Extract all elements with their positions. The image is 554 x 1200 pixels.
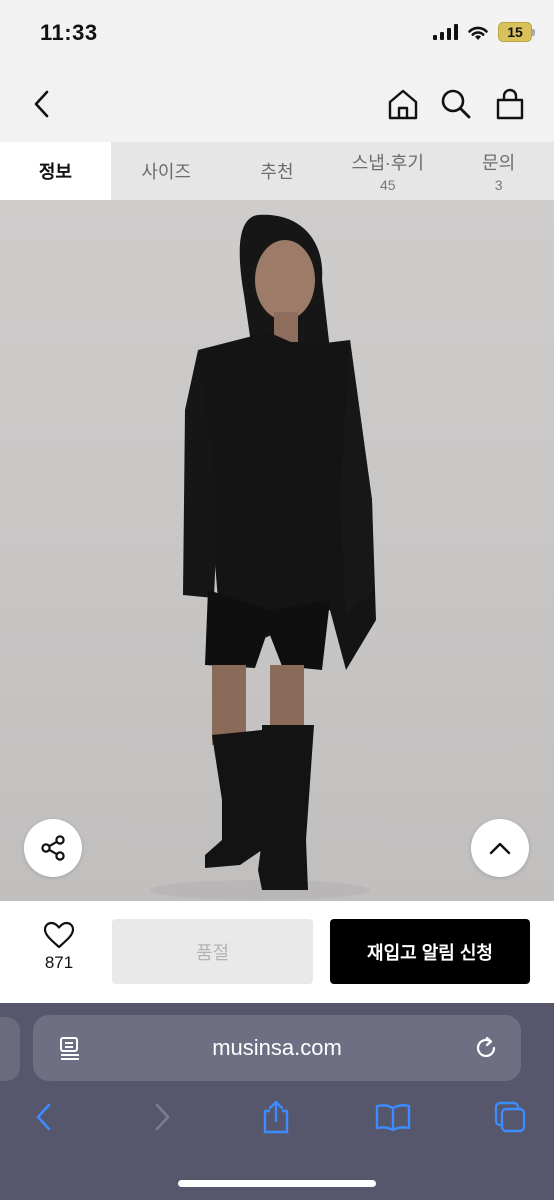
browser-share-button[interactable] — [256, 1097, 296, 1137]
bookmarks-button[interactable] — [373, 1097, 413, 1137]
search-icon — [441, 89, 471, 119]
soldout-label: 품절 — [195, 942, 230, 963]
back-button[interactable] — [22, 84, 62, 124]
tab-label: 문의 — [482, 153, 516, 173]
browser-toolbar — [0, 1097, 554, 1147]
tab-count: 45 — [380, 177, 396, 193]
status-indicators: 15 — [433, 22, 535, 42]
battery-level: 15 — [507, 24, 523, 40]
share-button[interactable] — [24, 819, 82, 877]
browser-chrome: musinsa.com — [0, 1003, 554, 1200]
tab-label: 정보 — [38, 162, 72, 182]
soldout-button[interactable]: 품절 — [112, 919, 313, 984]
home-icon — [388, 89, 418, 120]
chevron-up-icon — [489, 842, 511, 855]
share-icon — [41, 835, 65, 861]
tab-label: 사이즈 — [141, 162, 192, 182]
battery-indicator: 15 — [498, 22, 535, 42]
like-count: 871 — [44, 953, 74, 972]
tab-count: 3 — [494, 177, 503, 193]
browser-forward-button[interactable] — [142, 1097, 182, 1137]
restock-label: 재입고 알림 신청 — [367, 942, 493, 963]
back-arrow-icon — [36, 1103, 51, 1131]
heart-icon — [43, 921, 75, 949]
tabs-button[interactable] — [490, 1097, 530, 1137]
url-text: musinsa.com — [212, 1035, 342, 1060]
status-bar: 11:33 15 — [0, 0, 554, 66]
restock-alert-button[interactable]: 재입고 알림 신청 — [330, 919, 530, 984]
tab-label: 추천 — [260, 162, 294, 182]
cart-button[interactable] — [490, 84, 530, 124]
product-image[interactable] — [0, 200, 554, 901]
status-time: 11:33 — [40, 20, 98, 45]
tabs-icon — [494, 1101, 526, 1133]
back-icon — [34, 90, 49, 118]
forward-arrow-icon — [155, 1103, 170, 1131]
home-button[interactable] — [383, 84, 423, 124]
cellular-signal-icon — [433, 24, 458, 40]
tab-inquiry[interactable]: 문의 3 — [443, 142, 554, 200]
tab-snap-review[interactable]: 스냅·후기 45 — [332, 142, 443, 200]
search-button[interactable] — [436, 84, 476, 124]
bag-icon — [496, 88, 524, 120]
purchase-bar: 871 품절 재입고 알림 신청 — [0, 901, 554, 1003]
scroll-top-button[interactable] — [471, 819, 529, 877]
share-icon — [263, 1100, 289, 1134]
bookmarks-icon — [375, 1104, 411, 1132]
reload-button[interactable] — [471, 1033, 501, 1063]
tab-info[interactable]: 정보 — [0, 142, 111, 200]
like-button[interactable]: 871 — [30, 921, 88, 973]
address-bar[interactable]: musinsa.com — [33, 1015, 521, 1081]
top-nav-bar — [0, 66, 554, 142]
tab-recommend[interactable]: 추천 — [222, 142, 333, 200]
tab-label: 스냅·후기 — [351, 153, 424, 173]
product-tabs: 정보 사이즈 추천 스냅·후기 45 문의 3 — [0, 142, 554, 200]
home-indicator[interactable] — [178, 1180, 376, 1187]
wifi-icon — [468, 26, 488, 40]
tab-size[interactable]: 사이즈 — [111, 142, 222, 200]
model-photo — [150, 214, 376, 900]
previous-tab-preview[interactable] — [0, 1017, 20, 1081]
browser-back-button[interactable] — [24, 1097, 64, 1137]
reload-icon — [476, 1036, 496, 1057]
